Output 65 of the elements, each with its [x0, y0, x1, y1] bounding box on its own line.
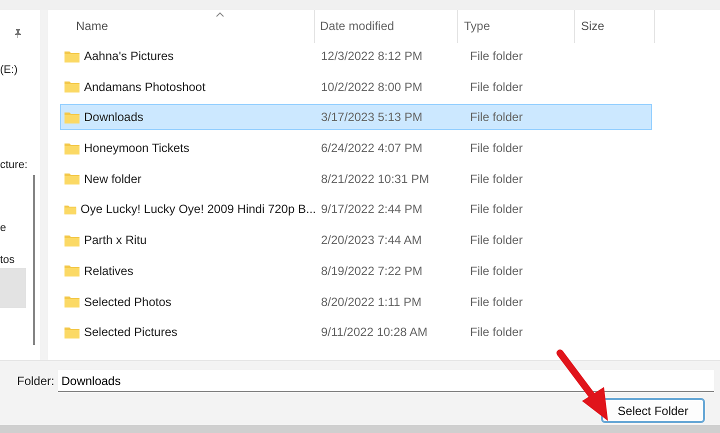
type-cell-text: File folder: [469, 172, 523, 186]
file-name: Aahna's Pictures: [84, 49, 174, 63]
file-row[interactable]: Andamans Photoshoot 10/2/2022 8:00 PM File folder: [60, 74, 652, 100]
column-header[interactable]: Name: [60, 10, 315, 43]
file-row[interactable]: New folder 8/21/2022 10:31 PM File folder: [60, 166, 652, 192]
folder-icon: [64, 295, 80, 308]
date-cell-text: 3/17/2023 5:13 PM: [320, 110, 424, 124]
file-name: Selected Photos: [84, 294, 172, 308]
file-name: Downloads: [84, 110, 144, 124]
folder-icon: [64, 234, 80, 247]
date-cell-text: 8/20/2022 1:11 PM: [320, 294, 423, 308]
file-row[interactable]: Aahna's Pictures 12/3/2022 8:12 PM File folder: [60, 43, 652, 69]
file-name: Selected Pictures: [84, 325, 178, 340]
file-row[interactable]: Downloads 3/17/2023 5:13 PM File folder: [60, 104, 652, 130]
type-cell-text: File folder: [469, 80, 523, 94]
date-cell-text: 10/2/2022 8:00 PM: [320, 80, 424, 94]
sidebar-item[interactable]: e: [0, 222, 6, 234]
file-row[interactable]: Oye Lucky! Lucky Oye! 2009 Hindi 720p B... 9/17/2022 2:44 PM File folder: [60, 196, 652, 222]
date-cell-text: 2/20/2023 7:44 AM: [320, 233, 423, 248]
sidebar-item[interactable]: tos: [0, 254, 15, 266]
scrollbar[interactable]: [33, 175, 35, 345]
folder-icon: [64, 110, 80, 124]
file-name: Parth x Ritu: [84, 233, 147, 248]
file-row[interactable]: Honeymoon Tickets 6/24/2022 4:07 PM File folder: [60, 135, 652, 162]
column-header[interactable]: Size: [575, 10, 655, 43]
file-name: Relatives: [84, 264, 134, 278]
folder-icon: [64, 326, 80, 339]
column-header[interactable]: Date modified: [315, 10, 458, 43]
type-cell-text: File folder: [469, 141, 523, 156]
select-folder-button[interactable]: Select Folder: [601, 398, 705, 423]
type-cell-text: File folder: [469, 233, 523, 248]
date-cell-text: 6/24/2022 4:07 PM: [320, 141, 424, 156]
file-name: Oye Lucky! Lucky Oye! 2009 Hindi 720p B...: [80, 202, 316, 216]
type-cell-text: File folder: [469, 110, 523, 124]
date-cell-text: 9/11/2022 10:28 AM: [320, 325, 429, 340]
date-cell-text: 12/3/2022 8:12 PM: [320, 49, 424, 63]
sidebar-item[interactable]: (E:): [0, 64, 18, 76]
date-cell-text: 8/19/2022 7:22 PM: [320, 264, 424, 278]
sidebar-item[interactable]: cture:: [0, 159, 28, 171]
folder-icon: [64, 80, 80, 94]
folder-icon: [64, 50, 80, 62]
file-name: Honeymoon Tickets: [84, 141, 190, 156]
date-cell-text: 8/21/2022 10:31 PM: [320, 172, 430, 186]
file-row[interactable]: Parth x Ritu 2/20/2023 7:44 AM File folder: [60, 227, 652, 254]
file-name: Andamans Photoshoot: [84, 80, 206, 94]
folder-icon: [64, 142, 80, 155]
sort-caret-icon: [216, 12, 224, 17]
file-name: New folder: [84, 172, 142, 186]
pin-icon: [13, 28, 23, 38]
type-cell-text: File folder: [469, 294, 523, 308]
sidebar-item[interactable]: [0, 268, 26, 308]
file-row[interactable]: Selected Photos 8/20/2022 1:11 PM File folder: [60, 288, 652, 314]
file-row[interactable]: Selected Pictures 9/11/2022 10:28 AM File folder: [60, 319, 652, 346]
folder-icon: [64, 202, 77, 216]
type-cell-text: File folder: [469, 202, 523, 216]
file-row[interactable]: Relatives 8/19/2022 7:22 PM File folder: [60, 258, 652, 284]
folder-input[interactable]: Downloads: [58, 370, 714, 392]
folder-icon: [64, 172, 80, 186]
type-cell-text: File folder: [469, 49, 523, 63]
type-cell-text: File folder: [469, 264, 523, 278]
folder-icon: [64, 264, 80, 278]
column-header[interactable]: Type: [458, 10, 575, 43]
type-cell-text: File folder: [469, 325, 523, 340]
folder-label: Folder:: [17, 374, 54, 388]
date-cell-text: 9/17/2022 2:44 PM: [320, 202, 424, 216]
